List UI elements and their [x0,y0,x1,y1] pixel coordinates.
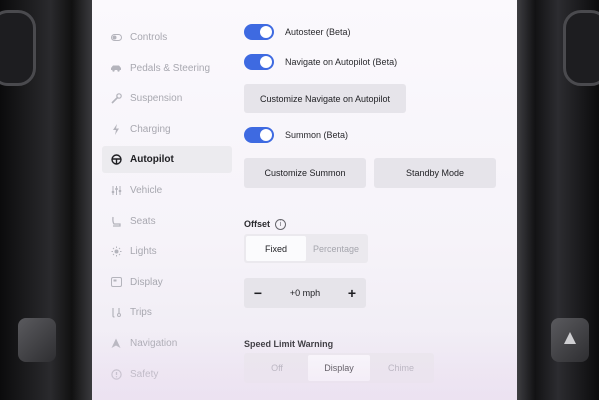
sidebar-item-label: Seats [130,215,156,227]
sidebar-item-label: Navigation [130,337,178,349]
offset-option-fixed[interactable]: Fixed [246,236,306,261]
offset-stepper: − +0 mph + [244,278,366,308]
sidebar-item-controls[interactable]: Controls [102,24,232,51]
offset-value: +0 mph [289,288,321,298]
offset-heading: Offset i [244,219,287,231]
settings-sidebar: Controls Pedals & Steering Suspension Ch… [102,24,232,391]
customize-navigate-on-autopilot-button[interactable]: Customize Navigate on Autopilot [244,84,406,113]
sidebar-item-pedals-steering[interactable]: Pedals & Steering [102,55,232,82]
sidebar-item-label: Display [130,276,163,288]
offset-option-percentage[interactable]: Percentage [306,236,366,261]
offset-title: Offset [244,219,271,229]
sidebar-item-display[interactable]: Display [102,269,232,296]
sidebar-item-safety[interactable]: Safety [102,361,232,388]
sidebar-item-trips[interactable]: Trips [102,299,232,326]
car-icon [110,62,122,74]
sidebar-item-vehicle[interactable]: Vehicle [102,177,232,204]
customize-summon-button[interactable]: Customize Summon [244,158,366,188]
increment-button[interactable]: + [344,285,360,301]
decrement-button[interactable]: − [250,285,266,301]
toggle-knob [260,56,272,68]
sidebar-item-label: Safety [130,368,159,380]
sidebar-item-label: Trips [130,307,152,319]
summon-row: Summon (Beta) [244,126,348,144]
autopilot-settings-panel: Autosteer (Beta) Navigate on Autopilot (… [244,0,504,400]
standby-mode-button[interactable]: Standby Mode [374,158,496,188]
sidebar-item-seats[interactable]: Seats [102,208,232,235]
sidebar-item-charging[interactable]: Charging [102,116,232,143]
seat-icon [110,215,122,227]
speed-warning-option-display[interactable]: Display [308,355,370,381]
left-air-vent [0,10,36,86]
toggle-knob [260,129,272,141]
speed-warning-option-off[interactable]: Off [246,355,308,381]
sliders-icon [110,184,122,196]
toggle-knob [260,26,272,38]
autosteer-toggle[interactable] [244,24,274,40]
autosteer-row: Autosteer (Beta) [244,23,351,41]
sidebar-item-label: Pedals & Steering [130,62,211,74]
bolt-icon [110,123,122,135]
right-hazard-button [551,318,589,362]
toggle-icon [110,32,122,44]
navigate-on-autopilot-label: Navigate on Autopilot (Beta) [285,57,398,67]
sidebar-item-label: Suspension [130,93,183,105]
display-icon [110,276,122,288]
sidebar-item-suspension[interactable]: Suspension [102,85,232,112]
right-air-vent [563,10,599,86]
summon-toggle[interactable] [244,127,274,143]
sidebar-item-label: Vehicle [130,184,163,196]
sidebar-item-label: Charging [130,123,171,135]
navigate-on-autopilot-row: Navigate on Autopilot (Beta) [244,53,397,71]
wrench-icon [110,93,122,105]
sun-icon [110,246,122,258]
right-dashboard-frame [517,0,599,400]
steering-wheel-icon [110,154,122,166]
sidebar-item-label: Controls [130,32,168,43]
speed-warning-option-chime[interactable]: Chime [370,355,432,381]
sidebar-item-label: Autopilot [130,154,174,166]
summon-label: Summon (Beta) [285,130,349,140]
sidebar-item-navigation[interactable]: Navigation [102,330,232,357]
speed-limit-warning-heading: Speed Limit Warning [244,339,334,349]
left-dashboard-frame [0,0,92,400]
sidebar-item-autopilot[interactable]: Autopilot [102,146,232,174]
touchscreen: Controls Pedals & Steering Suspension Ch… [92,0,517,400]
trips-icon [110,307,122,319]
safety-icon [110,368,122,380]
autosteer-label: Autosteer (Beta) [285,27,351,37]
speed-limit-warning-segmented-control: Off Display Chime [244,353,434,383]
info-icon[interactable]: i [275,219,287,231]
sidebar-item-lights[interactable]: Lights [102,238,232,265]
navigate-on-autopilot-toggle[interactable] [244,54,274,70]
sidebar-item-label: Lights [130,246,157,258]
offset-type-segmented-control: Fixed Percentage [244,234,368,263]
left-hazard-button [18,318,56,362]
navigation-arrow-icon [110,337,122,349]
